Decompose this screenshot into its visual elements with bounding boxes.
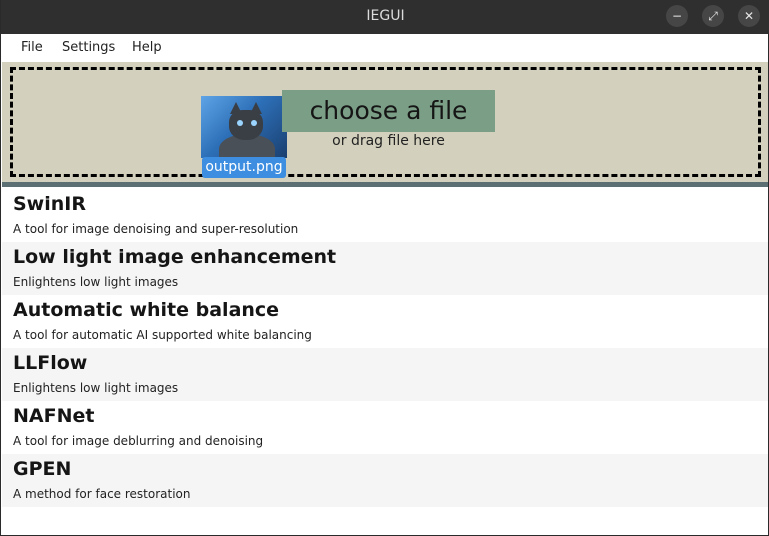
- tool-item-gpen[interactable]: GPEN A method for face restoration: [2, 454, 768, 507]
- tool-item-swinir[interactable]: SwinIR A tool for image denoising and su…: [2, 189, 768, 242]
- menu-bar: File Settings Help: [2, 34, 768, 62]
- tool-description: Enlightens low light images: [13, 381, 179, 395]
- tool-name: SwinIR: [13, 193, 86, 215]
- tool-name: NAFNet: [13, 405, 95, 427]
- menu-file[interactable]: File: [21, 34, 43, 62]
- section-divider: [2, 182, 768, 187]
- tool-item-nafnet[interactable]: NAFNet A tool for image deblurring and d…: [2, 401, 768, 454]
- file-drop-zone[interactable]: output.png choose a file or drag file he…: [2, 62, 768, 182]
- minimize-icon[interactable]: −: [666, 5, 688, 27]
- image-thumbnail: [201, 96, 287, 158]
- title-bar[interactable]: IEGUI − ⤢ ✕: [1, 0, 769, 34]
- menu-settings[interactable]: Settings: [62, 34, 115, 62]
- app-window: IEGUI − ⤢ ✕ File Settings Help output.pn…: [0, 0, 769, 536]
- tool-description: A tool for automatic AI supported white …: [13, 328, 312, 342]
- drag-hint-text: or drag file here: [332, 133, 445, 149]
- tool-item-llflow[interactable]: LLFlow Enlightens low light images: [2, 348, 768, 401]
- tool-item-auto-white-balance[interactable]: Automatic white balance A tool for autom…: [2, 295, 768, 348]
- tool-description: Enlightens low light images: [13, 275, 179, 289]
- tool-name: Low light image enhancement: [13, 246, 337, 268]
- tool-list: SwinIR A tool for image denoising and su…: [2, 189, 768, 507]
- tool-item-low-light-enhancement[interactable]: Low light image enhancement Enlightens l…: [2, 242, 768, 295]
- selected-file-name: output.png: [202, 157, 286, 178]
- tool-name: LLFlow: [13, 352, 88, 374]
- menu-help[interactable]: Help: [132, 34, 162, 62]
- tool-name: GPEN: [13, 458, 72, 480]
- maximize-icon[interactable]: ⤢: [702, 5, 724, 27]
- window-title: IEGUI: [366, 8, 405, 24]
- tool-name: Automatic white balance: [13, 299, 280, 321]
- close-icon[interactable]: ✕: [738, 5, 760, 27]
- tool-description: A tool for image denoising and super-res…: [13, 222, 299, 236]
- choose-file-button[interactable]: choose a file: [282, 90, 495, 132]
- tool-description: A tool for image deblurring and denoisin…: [13, 434, 264, 448]
- tool-description: A method for face restoration: [13, 487, 191, 501]
